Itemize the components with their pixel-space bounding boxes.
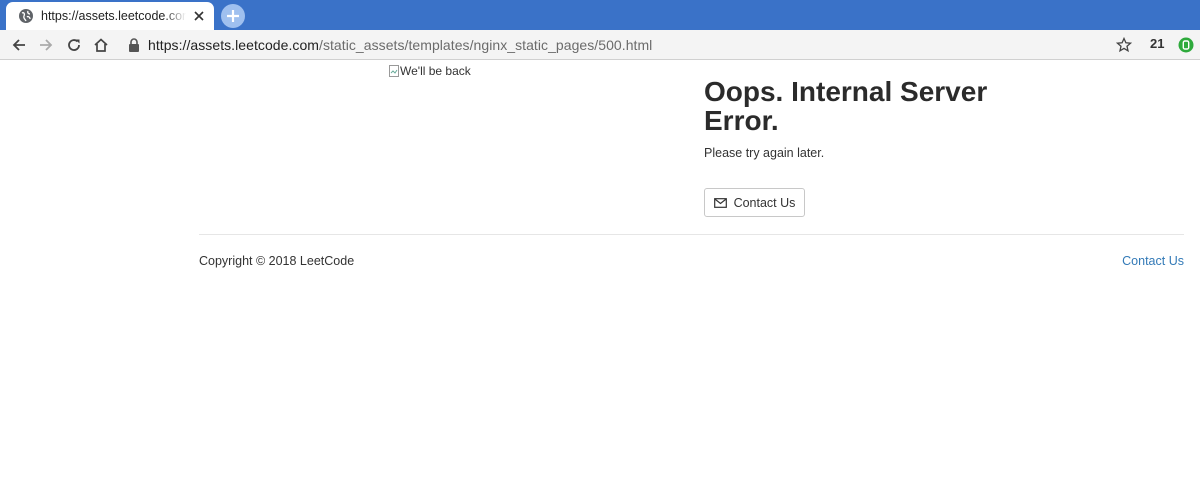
url-text: https://assets.leetcode.com/static_asset… [148, 37, 652, 53]
broken-image: We'll be back [389, 64, 471, 78]
url-host: https://assets.leetcode.com [148, 37, 319, 53]
browser-toolbar: https://assets.leetcode.com/static_asset… [0, 30, 1200, 60]
url-path: /static_assets/templates/nginx_static_pa… [319, 37, 653, 53]
error-subtitle: Please try again later. [704, 146, 825, 160]
page-content: We'll be back Oops. Internal Server Erro… [0, 61, 1200, 483]
footer-divider [199, 234, 1184, 235]
envelope-icon [713, 197, 727, 208]
plus-icon [227, 10, 239, 22]
extension-badge[interactable]: 21 [1150, 36, 1164, 51]
back-arrow-icon[interactable] [11, 37, 27, 53]
browser-tab[interactable]: https://assets.leetcode.com/static_asset… [6, 2, 214, 30]
star-icon[interactable] [1116, 37, 1132, 53]
globe-icon [19, 9, 33, 23]
footer-contact-link[interactable]: Contact Us [1122, 254, 1184, 268]
image-alt-text: We'll be back [400, 64, 471, 78]
address-bar[interactable]: https://assets.leetcode.com/static_asset… [122, 33, 1140, 57]
tab-strip: https://assets.leetcode.com/static_asset… [0, 0, 1200, 30]
extension-icon[interactable] [1178, 37, 1194, 53]
close-icon[interactable] [192, 9, 206, 23]
new-tab-button[interactable] [221, 4, 245, 28]
contact-us-label: Contact Us [733, 195, 796, 210]
forward-arrow-icon[interactable] [38, 37, 54, 53]
lock-icon [129, 38, 139, 52]
contact-us-button[interactable]: Contact Us [704, 188, 805, 217]
reload-icon[interactable] [66, 37, 82, 53]
home-icon[interactable] [93, 37, 109, 53]
broken-image-icon [389, 65, 399, 77]
error-title: Oops. Internal Server Error. [704, 76, 988, 136]
copyright-text: Copyright © 2018 LeetCode [199, 254, 355, 268]
tab-title: https://assets.leetcode.com/static_asset… [41, 9, 186, 23]
